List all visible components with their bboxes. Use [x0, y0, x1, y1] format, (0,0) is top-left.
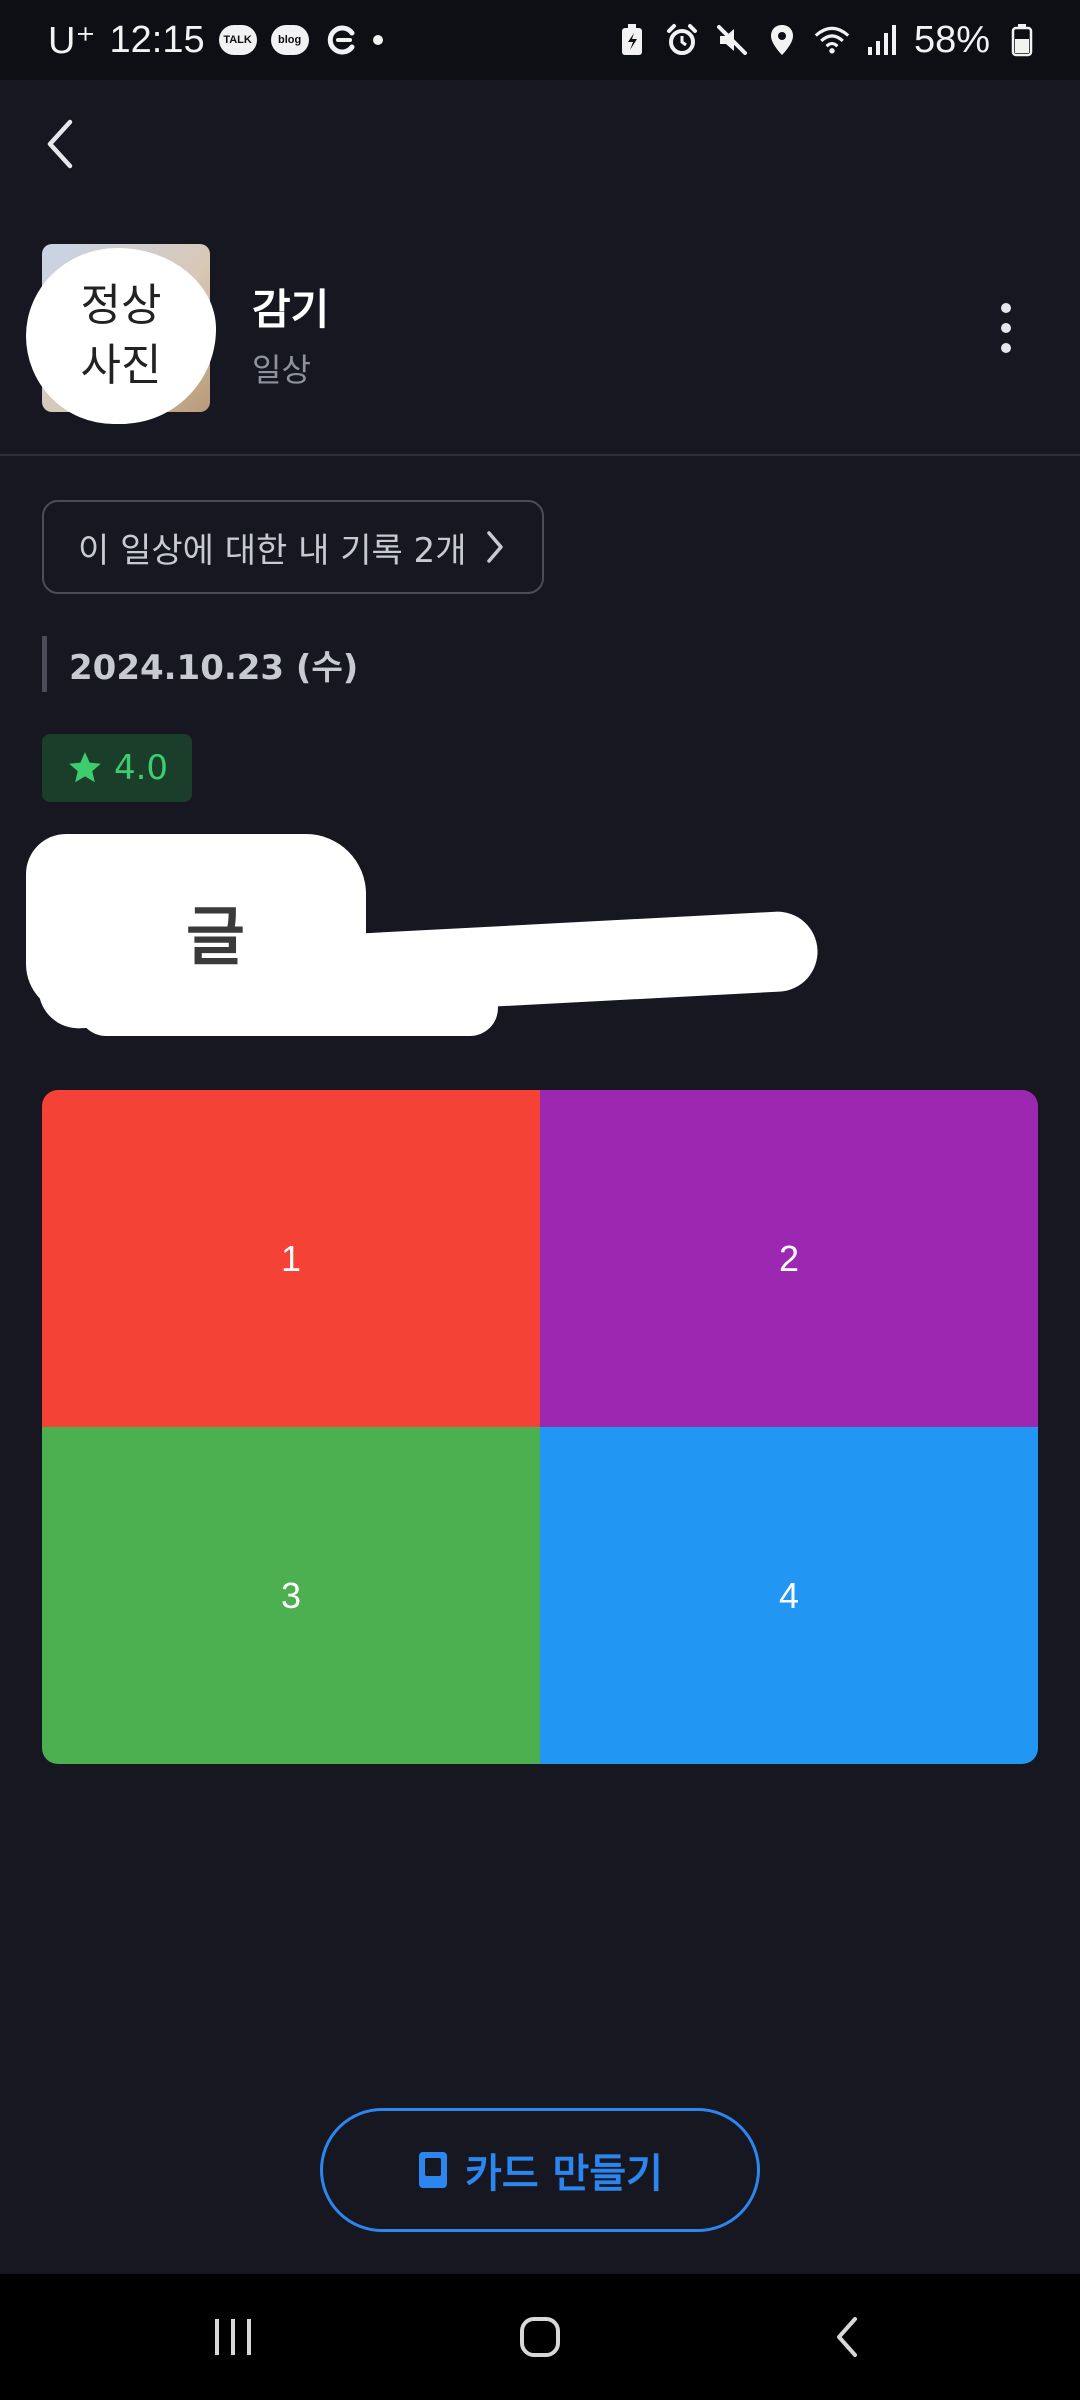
grid-cell-1[interactable]: 1: [42, 1090, 540, 1427]
nav-back-button[interactable]: [787, 2287, 907, 2387]
blog-icon: blog: [270, 25, 309, 55]
thumbnail-overlay: 정상 사진: [26, 248, 216, 424]
date-accent-bar: [42, 636, 47, 692]
more-options-button[interactable]: [984, 292, 1028, 364]
talk-icon: TALK: [218, 25, 257, 55]
grid-cell-3[interactable]: 3: [42, 1427, 540, 1764]
my-records-button[interactable]: 이 일상에 대한 내 기록 2개: [42, 500, 544, 594]
g-icon: [323, 22, 359, 58]
recents-button[interactable]: [173, 2287, 293, 2387]
page-subtitle: 일상: [252, 351, 311, 389]
battery-percent: 58%: [913, 18, 990, 61]
thumbnail-overlay-line1: 정상: [80, 280, 162, 331]
photo-grid: 1 2 3 4: [42, 1090, 1038, 1764]
home-button[interactable]: [480, 2287, 600, 2387]
entry-date-row: 2024.10.23 (수): [42, 636, 358, 692]
grid-cell-label: 1: [280, 1237, 302, 1279]
mute-icon: [714, 22, 750, 58]
signal-icon: [864, 22, 900, 58]
entry-text-overlay: 글: [186, 901, 245, 975]
grid-cell-label: 4: [778, 1574, 800, 1616]
grid-cell-label: 2: [778, 1237, 800, 1279]
location-icon: [764, 22, 800, 58]
title-block: 감기 일상: [252, 276, 329, 391]
chevron-right-icon: [487, 531, 504, 563]
card-icon: [419, 2152, 448, 2188]
grid-cell-label: 3: [280, 1574, 302, 1616]
notification-dot: [372, 35, 383, 45]
battery-saver-icon: [614, 22, 650, 58]
star-icon: [69, 752, 101, 783]
my-records-label: 이 일상에 대한 내 기록 2개: [78, 530, 467, 571]
rating-value: 4.0: [113, 748, 169, 788]
thumbnail-overlay-line2: 사진: [80, 340, 162, 391]
home-icon: [519, 2317, 560, 2357]
wifi-icon: [814, 22, 850, 58]
alarm-icon: [664, 22, 700, 58]
carrier-label: U⁺: [48, 19, 96, 62]
make-card-button[interactable]: 카드 만들기: [320, 2108, 760, 2232]
grid-cell-4[interactable]: 4: [540, 1427, 1038, 1764]
grid-cell-2[interactable]: 2: [540, 1090, 1038, 1427]
page-title: 감기: [252, 285, 330, 334]
status-bar-right: 58%: [614, 19, 1040, 62]
header-divider: [0, 454, 1080, 456]
back-button[interactable]: [30, 108, 90, 180]
more-vertical-icon: [1001, 303, 1011, 353]
recents-icon: [215, 2319, 252, 2355]
rating-badge: 4.0: [42, 734, 192, 802]
entry-date: 2024.10.23 (수): [69, 647, 359, 688]
status-bar: U⁺ 12:15 TALK blog 58%: [0, 0, 1080, 80]
status-bar-left: U⁺ 12:15 TALK blog: [48, 18, 383, 63]
battery-icon: [1004, 22, 1040, 58]
back-icon: [836, 2317, 857, 2357]
habit-thumbnail[interactable]: 정상 사진: [26, 244, 216, 424]
chevron-left-icon: [47, 119, 73, 169]
status-time: 12:15: [109, 18, 205, 61]
entry-text-redaction: [18, 830, 820, 1060]
system-nav-bar: [0, 2274, 1080, 2400]
make-card-label: 카드 만들기: [465, 2151, 663, 2197]
